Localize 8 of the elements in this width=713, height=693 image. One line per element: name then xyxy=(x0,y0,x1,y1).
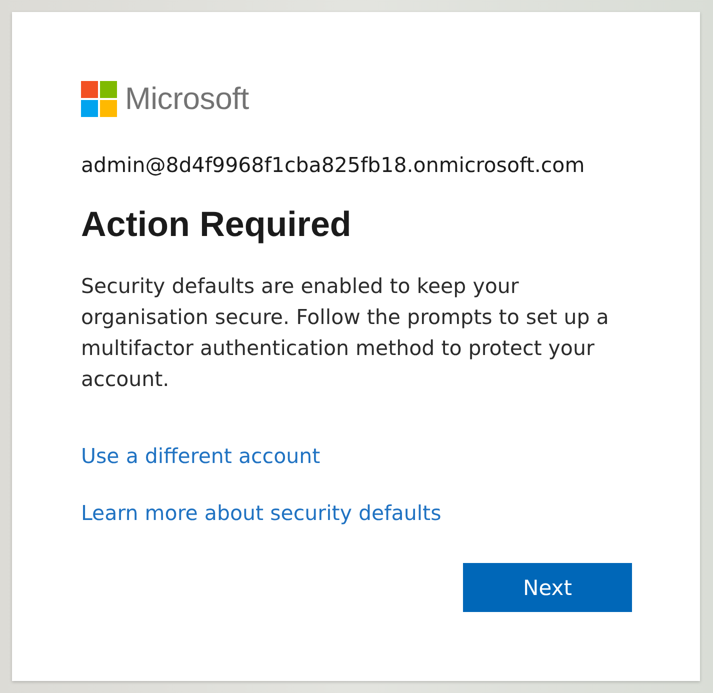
next-button[interactable]: Next xyxy=(463,563,632,612)
page-heading: Action Required xyxy=(81,205,352,245)
account-email: admin@8d4f9968f1cba825fb18.onmicrosoft.com xyxy=(81,153,586,177)
four-square-logo-icon xyxy=(81,81,117,117)
info-message: Security defaults are enabled to keep your organisation secure. Follow the prompts to set up a multifactor authentication method to protect your account. xyxy=(81,273,610,393)
logo-wordmark: Microsoft xyxy=(125,81,249,117)
text-link[interactable]: Learn more about security defaults xyxy=(81,501,442,525)
text-link[interactable]: Use a different account xyxy=(81,444,320,468)
